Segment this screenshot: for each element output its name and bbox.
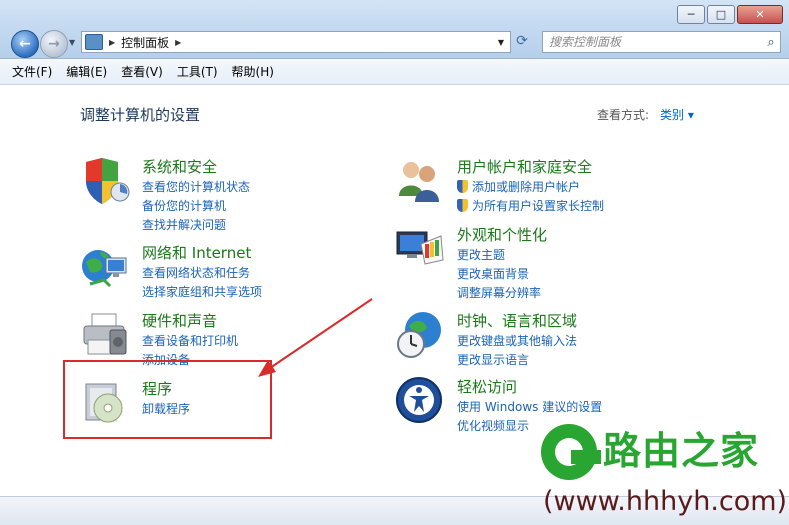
search-input[interactable] <box>543 34 762 50</box>
category-link[interactable]: 优化视频显示 <box>457 417 529 434</box>
category-link[interactable]: 查看您的计算机状态 <box>142 178 250 195</box>
breadcrumb-chevron-icon[interactable]: ▶ <box>175 38 181 47</box>
menu-tools[interactable]: 工具(T) <box>177 63 218 80</box>
uac-shield-icon <box>457 180 468 193</box>
watermark-logo-icon <box>541 424 601 480</box>
shield-icon <box>86 158 130 204</box>
maximize-icon: □ <box>715 8 727 21</box>
clock-globe-icon <box>397 312 441 358</box>
highlight-box <box>63 360 272 439</box>
address-bar[interactable]: ▶ 控制面板 ▶ ▼ <box>81 31 511 53</box>
menu-edit[interactable]: 编辑(E) <box>66 63 107 80</box>
network-globe-icon <box>82 250 127 288</box>
category-link[interactable]: 添加或删除用户帐户 <box>457 178 580 195</box>
forward-button[interactable]: → <box>40 30 68 58</box>
back-arrow-icon: ← <box>19 36 31 52</box>
category-link[interactable]: 选择家庭组和共享选项 <box>142 283 262 300</box>
minimize-icon: ─ <box>687 8 695 21</box>
search-icon[interactable]: ⌕ <box>762 35 780 50</box>
category-link[interactable]: 更改键盘或其他输入法 <box>457 332 577 349</box>
category-link[interactable]: 为所有用户设置家长控制 <box>457 197 604 214</box>
category-clock-language: 时钟、语言和区域 更改键盘或其他输入法 更改显示语言 <box>395 310 675 370</box>
breadcrumb-chevron-icon[interactable]: ▶ <box>109 38 115 47</box>
menu-bar: 文件(F) 编辑(E) 查看(V) 工具(T) 帮助(H) <box>0 59 789 85</box>
minimize-button[interactable]: ─ <box>677 5 705 24</box>
menu-help[interactable]: 帮助(H) <box>232 63 274 80</box>
category-link[interactable]: 查看网络状态和任务 <box>142 264 250 281</box>
category-title[interactable]: 硬件和声音 <box>142 310 217 331</box>
window-controls: ─ □ ✕ <box>677 5 783 24</box>
refresh-icon: ⟳ <box>516 33 528 49</box>
watermark-brand: 路由之家 <box>603 429 760 473</box>
category-title[interactable]: 时钟、语言和区域 <box>457 310 577 331</box>
close-button[interactable]: ✕ <box>737 5 783 24</box>
recent-pages-dropdown-icon[interactable]: ▼ <box>69 38 75 47</box>
uac-shield-icon <box>457 199 468 212</box>
page-title: 调整计算机的设置 <box>80 106 201 124</box>
link-text: 为所有用户设置家长控制 <box>472 199 605 213</box>
category-link[interactable]: 更改桌面背景 <box>457 265 529 282</box>
search-box[interactable]: ⌕ <box>542 31 781 53</box>
category-title[interactable]: 网络和 Internet <box>142 242 251 263</box>
display-palette-icon <box>396 231 444 265</box>
watermark-url: (www.hhhyh.com) <box>543 486 788 517</box>
maximize-button[interactable]: □ <box>707 5 735 24</box>
breadcrumb-control-panel[interactable]: 控制面板 <box>121 34 169 51</box>
forward-arrow-icon: → <box>48 36 60 52</box>
printer-icon <box>83 313 127 355</box>
category-link[interactable]: 更改显示语言 <box>457 351 529 368</box>
back-button[interactable]: ← <box>11 30 39 58</box>
ease-of-access-icon <box>396 377 442 423</box>
watermark: 路由之家 (www.hhhyh.com) <box>537 420 789 520</box>
category-user-accounts: 用户帐户和家庭安全 添加或删除用户帐户 为所有用户设置家长控制 <box>395 156 675 216</box>
category-link[interactable]: 备份您的计算机 <box>142 197 226 214</box>
menu-view[interactable]: 查看(V) <box>121 63 163 80</box>
category-link[interactable]: 使用 Windows 建议的设置 <box>457 398 602 415</box>
view-by-dropdown[interactable]: 类别 ▾ <box>660 106 694 123</box>
refresh-button[interactable]: ⟳ <box>511 31 533 51</box>
category-appearance: 外观和个性化 更改主题 更改桌面背景 调整屏幕分辨率 <box>395 224 675 300</box>
close-icon: ✕ <box>755 8 765 21</box>
control-panel-icon <box>85 34 103 50</box>
category-title[interactable]: 系统和安全 <box>142 156 217 177</box>
menu-file[interactable]: 文件(F) <box>12 63 52 80</box>
category-title[interactable]: 轻松访问 <box>457 376 517 397</box>
users-icon <box>399 162 439 202</box>
category-link[interactable]: 更改主题 <box>457 246 505 263</box>
address-dropdown-icon[interactable]: ▼ <box>498 38 504 47</box>
category-link[interactable]: 调整屏幕分辨率 <box>457 284 541 301</box>
category-link[interactable]: 查看设备和打印机 <box>142 332 238 349</box>
category-title[interactable]: 外观和个性化 <box>457 224 547 245</box>
category-link[interactable]: 查找并解决问题 <box>142 216 226 233</box>
view-by-label: 查看方式: <box>597 108 650 122</box>
category-title[interactable]: 用户帐户和家庭安全 <box>457 156 592 177</box>
link-text: 添加或删除用户帐户 <box>472 180 581 194</box>
category-system-security: 系统和安全 查看您的计算机状态 备份您的计算机 查找并解决问题 <box>80 156 340 232</box>
category-network-internet: 网络和 Internet 查看网络状态和任务 选择家庭组和共享选项 <box>80 242 340 302</box>
